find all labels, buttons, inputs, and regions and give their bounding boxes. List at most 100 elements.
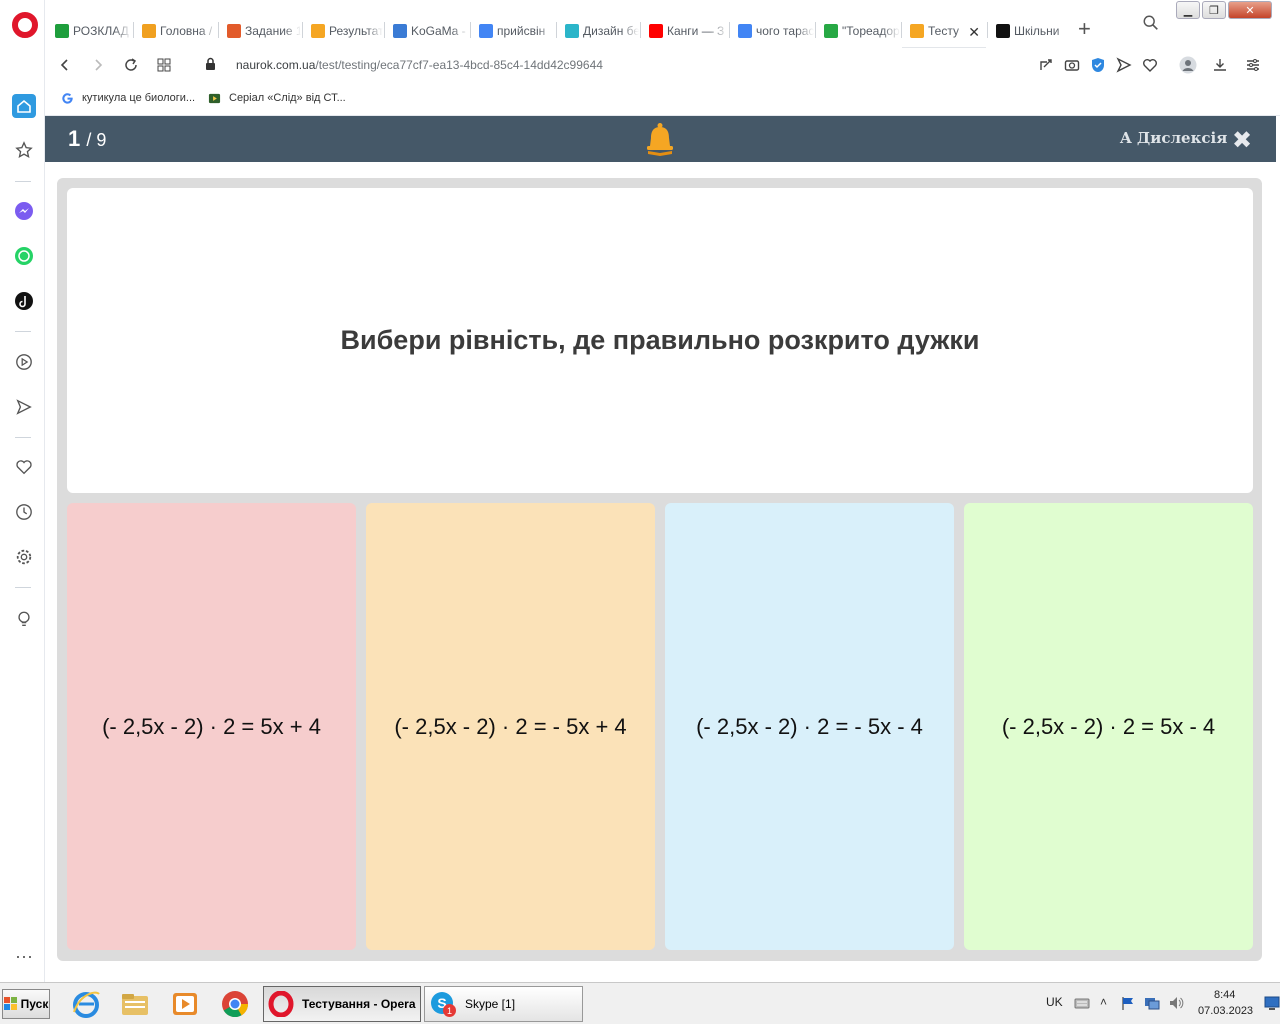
tab-label: "Тореадор <box>842 24 900 38</box>
tab-item[interactable]: Шкільни <box>988 14 1073 48</box>
tab-label: Задание 1 <box>245 24 301 38</box>
answer-text: (- 2,5x - 2) · 2 = 5x + 4 <box>102 713 321 739</box>
send-to-flow-icon[interactable] <box>1115 56 1133 74</box>
tab-item[interactable]: Результати <box>303 14 383 48</box>
tab-close-icon[interactable]: ✕ <box>968 24 980 41</box>
forward-arrow-icon[interactable] <box>88 55 108 75</box>
volume-speaker-icon[interactable] <box>1168 995 1184 1011</box>
tab-label: Результати <box>329 24 383 38</box>
profile-avatar-icon[interactable] <box>1179 56 1197 74</box>
sidebar-separator <box>15 331 31 332</box>
heart-icon[interactable] <box>12 455 36 479</box>
answer-option-2[interactable]: (- 2,5x - 2) · 2 = - 5x + 4 <box>366 503 655 950</box>
tab-item[interactable]: Задание 1 <box>219 14 301 48</box>
window-controls: ▁ ❐ ✕ <box>1176 1 1272 19</box>
more-dots-icon[interactable]: ··· <box>12 944 36 968</box>
camera-snapshot-icon[interactable] <box>1063 56 1081 74</box>
answer-option-3[interactable]: (- 2,5x - 2) · 2 = - 5x - 4 <box>665 503 954 950</box>
tiktok-icon[interactable] <box>12 289 36 313</box>
download-icon[interactable] <box>1211 56 1229 74</box>
tab-item[interactable]: прийсвін <box>471 14 555 48</box>
plus-green-icon <box>55 24 69 38</box>
tab-item[interactable]: чого тарас <box>730 14 814 48</box>
speed-dial-icon[interactable] <box>12 94 36 118</box>
task-label: Тестування - Opera <box>302 997 416 1011</box>
whatsapp-icon[interactable] <box>12 244 36 268</box>
player-icon[interactable] <box>12 350 36 374</box>
opera-sidebar: ··· <box>0 0 45 982</box>
current-question-number: 1 <box>68 126 81 151</box>
skype-icon: S 1 <box>429 990 457 1018</box>
dyslexia-toggle[interactable]: A Дислексія <box>1120 129 1227 147</box>
3-icon <box>996 24 1010 38</box>
quiz-close-button[interactable]: ✖ <box>1232 126 1252 155</box>
history-clock-icon[interactable] <box>12 500 36 524</box>
file-explorer-icon[interactable] <box>119 988 151 1020</box>
language-indicator[interactable]: UK <box>1046 995 1063 1009</box>
start-label: Пуск <box>20 997 49 1011</box>
lightbulb-icon[interactable] <box>12 607 36 631</box>
question-card: Вибери рівність, де правильно розкрито д… <box>67 188 1253 493</box>
bookmark-item[interactable]: кутикула це биологи... <box>60 91 195 105</box>
url-host: naurok.com.ua <box>236 58 316 72</box>
start-button[interactable]: Пуск <box>2 989 50 1019</box>
tab-label: Дизайн бе <box>583 24 639 38</box>
d-icon <box>824 24 838 38</box>
network-icon[interactable] <box>1144 995 1160 1011</box>
tab-label: Тесту <box>928 24 959 38</box>
internet-explorer-icon[interactable] <box>70 988 102 1020</box>
task-label: Skype [1] <box>465 997 516 1011</box>
media-player-icon[interactable] <box>169 988 201 1020</box>
url-field[interactable]: naurok.com.ua/test/testing/eca77cf7-ea13… <box>236 58 603 72</box>
back-arrow-icon[interactable] <box>55 55 75 75</box>
url-path: /test/testing/eca77cf7-ea13-4bcd-85c4-14… <box>315 58 603 72</box>
vpn-shield-icon[interactable] <box>1089 56 1107 74</box>
tabs-grid-icon[interactable] <box>154 55 174 75</box>
tab-item[interactable]: Дизайн бе <box>557 14 639 48</box>
tab-item[interactable]: Канги — З <box>641 14 728 48</box>
reload-icon[interactable] <box>121 55 141 75</box>
tab-label: KoGaMa - <box>411 24 466 38</box>
quiz-content: Вибери рівність, де правильно розкрито д… <box>57 178 1262 961</box>
tab-search-icon[interactable] <box>1142 14 1162 34</box>
bell-icon <box>910 24 924 38</box>
bell-icon <box>645 122 675 156</box>
clock-time[interactable]: 8:44 <box>1214 989 1235 1001</box>
opera-logo-icon[interactable] <box>12 12 38 38</box>
send-icon[interactable] <box>12 395 36 419</box>
bookmarks-star-icon[interactable] <box>12 138 36 162</box>
tab-label: прийсвін <box>497 24 546 38</box>
answer-option-4[interactable]: (- 2,5x - 2) · 2 = 5x - 4 <box>964 503 1253 950</box>
share-edit-icon[interactable] <box>1037 56 1055 74</box>
action-center-flag-icon[interactable] <box>1120 995 1136 1011</box>
tab-active[interactable]: Тесту ✕ <box>902 14 986 48</box>
easy-setup-menu-icon[interactable] <box>1244 56 1262 74</box>
clock-date[interactable]: 07.03.2023 <box>1198 1005 1253 1017</box>
new-tab-plus-icon[interactable]: + <box>1078 16 1091 42</box>
system-tray: UK ˄ 8:44 07.03.2023 <box>1040 983 1280 1024</box>
tab-item[interactable]: Головна / <box>134 14 217 48</box>
messenger-icon[interactable] <box>12 199 36 223</box>
tab-item[interactable]: "Тореадор <box>816 14 900 48</box>
tab-item[interactable]: РОЗКЛАД <box>47 14 132 48</box>
opera-icon <box>268 991 294 1017</box>
keyboard-icon[interactable] <box>1074 995 1090 1011</box>
lock-icon[interactable] <box>205 57 216 71</box>
taskbar-task-skype[interactable]: S 1 Skype [1] <box>424 986 583 1022</box>
answer-option-1[interactable]: (- 2,5x - 2) · 2 = 5x + 4 <box>67 503 356 950</box>
tray-expand-chevron-icon[interactable]: ˄ <box>1100 995 1107 1009</box>
taskbar-task-opera[interactable]: Тестування - Opera <box>263 986 421 1022</box>
tab-item[interactable]: KoGaMa - <box>385 14 469 48</box>
settings-gear-icon[interactable] <box>12 545 36 569</box>
answer-text: (- 2,5x - 2) · 2 = - 5x + 4 <box>394 713 627 739</box>
heart-bookmark-icon[interactable] <box>1141 56 1159 74</box>
maximize-button[interactable]: ❐ <box>1202 1 1226 19</box>
minimize-button[interactable]: ▁ <box>1176 1 1200 19</box>
chrome-icon[interactable] <box>219 988 251 1020</box>
window-close-button[interactable]: ✕ <box>1228 1 1272 19</box>
tab-label: Шкільни <box>1014 24 1060 38</box>
google-icon <box>60 91 74 105</box>
canva-icon <box>565 24 579 38</box>
bookmark-item[interactable]: Серіал «Слід» від СТ... <box>207 91 346 105</box>
show-desktop-icon[interactable] <box>1264 995 1280 1011</box>
